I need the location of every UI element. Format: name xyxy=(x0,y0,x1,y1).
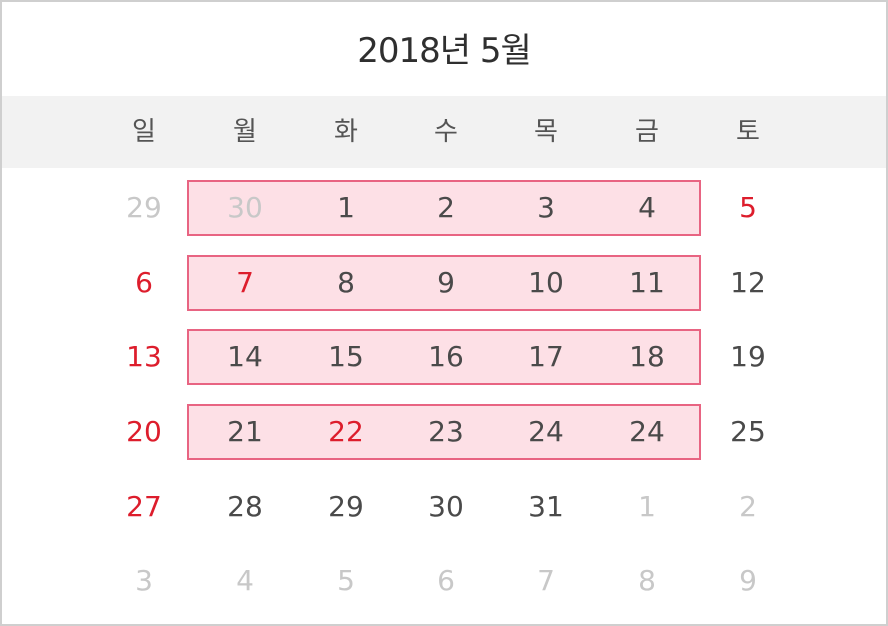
day-cell-thu[interactable]: 17 xyxy=(496,329,596,385)
day-cell-sat[interactable]: 2 xyxy=(698,479,798,535)
day-cell-sun[interactable]: 3 xyxy=(94,553,194,609)
day-cell-thu[interactable]: 10 xyxy=(496,255,596,311)
day-cell-wed[interactable]: 16 xyxy=(396,329,496,385)
day-cell-mon[interactable]: 21 xyxy=(195,404,295,460)
day-cell-wed[interactable]: 9 xyxy=(396,255,496,311)
calendar-title: 2018년 5월 xyxy=(357,31,532,71)
day-cell-fri[interactable]: 18 xyxy=(597,329,697,385)
day-cell-tue[interactable]: 22 xyxy=(296,404,396,460)
day-cell-fri[interactable]: 4 xyxy=(597,180,697,236)
day-cell-thu[interactable]: 24 xyxy=(496,404,596,460)
day-cell-sat[interactable]: 5 xyxy=(698,180,798,236)
day-cell-mon[interactable]: 4 xyxy=(195,553,295,609)
day-cell-mon[interactable]: 7 xyxy=(195,255,295,311)
day-cell-sat[interactable]: 12 xyxy=(698,255,798,311)
weekday-header: 일 월 화 수 목 금 토 xyxy=(2,96,886,168)
weekday-sat: 토 xyxy=(736,117,760,147)
day-cell-sat[interactable]: 9 xyxy=(698,553,798,609)
day-cell-wed[interactable]: 30 xyxy=(396,479,496,535)
day-cell-fri[interactable]: 24 xyxy=(597,404,697,460)
day-cell-fri[interactable]: 11 xyxy=(597,255,697,311)
weekday-sun: 일 xyxy=(132,117,156,147)
weekday-thu: 목 xyxy=(534,117,558,147)
day-cell-sun[interactable]: 13 xyxy=(94,329,194,385)
day-cell-sat[interactable]: 19 xyxy=(698,329,798,385)
day-cell-tue[interactable]: 5 xyxy=(296,553,396,609)
day-cell-tue[interactable]: 29 xyxy=(296,479,396,535)
day-cell-fri[interactable]: 1 xyxy=(597,479,697,535)
day-cell-wed[interactable]: 6 xyxy=(396,553,496,609)
day-cell-fri[interactable]: 8 xyxy=(597,553,697,609)
weekday-mon: 월 xyxy=(233,117,257,147)
calendar-frame: 2018년 5월 일 월 화 수 목 금 토 29 30 1 2 3 4 5 6 7 8 9 10 11… xyxy=(0,0,888,626)
day-cell-sun[interactable]: 29 xyxy=(94,180,194,236)
day-cell-thu[interactable]: 7 xyxy=(496,553,596,609)
day-cell-tue[interactable]: 8 xyxy=(296,255,396,311)
day-cell-sun[interactable]: 6 xyxy=(94,255,194,311)
day-cell-sat[interactable]: 25 xyxy=(698,404,798,460)
day-cell-wed[interactable]: 2 xyxy=(396,180,496,236)
day-cell-thu[interactable]: 31 xyxy=(496,479,596,535)
weekday-wed: 수 xyxy=(434,117,458,147)
weekday-tue: 화 xyxy=(334,117,358,147)
day-cell-sun[interactable]: 20 xyxy=(94,404,194,460)
day-cell-mon[interactable]: 28 xyxy=(195,479,295,535)
day-cell-tue[interactable]: 1 xyxy=(296,180,396,236)
day-cell-wed[interactable]: 23 xyxy=(396,404,496,460)
day-cell-mon[interactable]: 14 xyxy=(195,329,295,385)
day-cell-thu[interactable]: 3 xyxy=(496,180,596,236)
day-cell-tue[interactable]: 15 xyxy=(296,329,396,385)
weekday-fri: 금 xyxy=(635,117,659,147)
day-cell-sun[interactable]: 27 xyxy=(94,479,194,535)
day-cell-mon[interactable]: 30 xyxy=(195,180,295,236)
